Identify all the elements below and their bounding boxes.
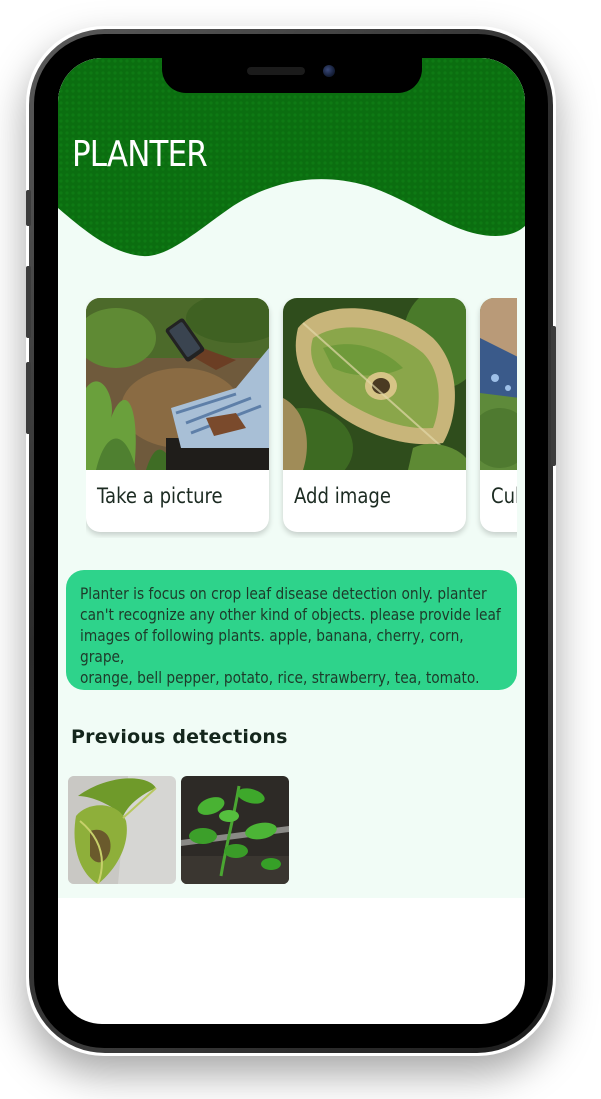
front-camera-icon (323, 65, 335, 77)
take-picture-card[interactable]: Take a picture (86, 298, 269, 532)
camera-photo-image (86, 298, 269, 470)
add-image-label: Add image (294, 484, 391, 508)
previous-detections-heading: Previous detections (71, 726, 288, 748)
mute-switch (26, 190, 31, 226)
gallery-photo-image (283, 298, 466, 470)
cultivation-photo-image (480, 298, 517, 470)
cultivation-card[interactable]: Cul (480, 298, 517, 532)
power-button (551, 326, 556, 466)
info-line: Planter is focus on crop leaf disease de… (80, 584, 487, 603)
phone-screen: PLANTER Take a picture Add image Cu Plan… (58, 58, 525, 1024)
app-title: PLANTER (72, 134, 208, 175)
cultivation-label: Cul (491, 484, 517, 508)
speaker-grille (247, 67, 305, 75)
add-image-card[interactable]: Add image (283, 298, 466, 532)
info-text: Planter is focus on crop leaf disease de… (80, 583, 510, 688)
info-line: images of following plants. apple, banan… (80, 626, 464, 666)
info-line: can't recognize any other kind of object… (80, 605, 501, 624)
detection-thumbnail-leaf[interactable] (68, 776, 176, 884)
volume-down-button (26, 362, 31, 434)
info-line: orange, bell pepper, potato, rice, straw… (80, 668, 480, 687)
action-cards-carousel[interactable]: Take a picture Add image Cu (86, 298, 517, 538)
volume-up-button (26, 266, 31, 338)
take-picture-label: Take a picture (97, 484, 223, 508)
notch (162, 58, 422, 93)
info-banner: Planter is focus on crop leaf disease de… (66, 570, 517, 690)
detection-thumbnail-seedling[interactable] (181, 776, 289, 884)
